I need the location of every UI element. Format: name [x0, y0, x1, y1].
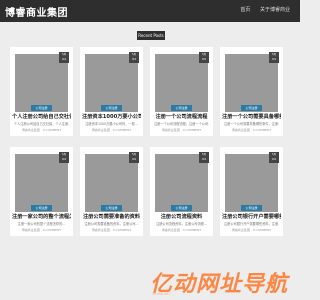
post-title[interactable]: 注册公司流程资料: [152, 213, 211, 220]
post-title[interactable]: 注册公司银行开户需要哪些资料: [222, 213, 281, 220]
post-card[interactable]: 5月 04 公司注册 注册公司流程资料 注册公司流程资料，注册公司流程... 博睿…: [150, 147, 213, 236]
post-title[interactable]: 注册一个公司流程流程: [152, 113, 211, 120]
date-badge: 5月 04: [129, 152, 139, 163]
date-badge: 5月 04: [129, 52, 139, 63]
date-badge: 5月 04: [59, 152, 69, 163]
post-meta: 博睿商业集团 · 0 COMMENT: [91, 228, 132, 232]
top-navbar: 博睿商业集团 首页 关于博睿商业: [0, 0, 300, 22]
post-excerpt: 注册公司需要准备的资料，注册公司...: [84, 222, 139, 226]
post-excerpt: 注册公司流程资料，注册公司流程...: [156, 222, 207, 226]
category-tag[interactable]: 公司注册: [171, 105, 192, 111]
post-excerpt: 注册资本1000万要小公司吗，一般...: [85, 122, 138, 126]
nav-item-about[interactable]: 关于博睿商业: [260, 7, 290, 13]
post-card[interactable]: 5月04 公司注册 注册资本1000万要小公司吗 注册资本1000万要小公司吗，…: [80, 47, 143, 136]
date-badge: 5月 04: [199, 152, 209, 163]
post-excerpt: 注册一个公司需要具备哪些条件，注册...: [224, 122, 279, 126]
post-card[interactable]: 5月 04 公司注册 注册一个公司流程流程 注册一个公司流程流程，注册一个公司..…: [150, 47, 213, 136]
section-title-recent-posts: Recent Posts: [137, 31, 165, 40]
post-meta: 博睿商业集团 · 0 COMMENT: [91, 128, 132, 132]
post-excerpt: 注册一个公司流程流程，注册一个公司...: [154, 122, 209, 126]
post-meta: 博睿商业集团 · 0 COMMENT: [21, 228, 62, 232]
post-title[interactable]: 个人注册公司给自己交社保: [12, 113, 71, 120]
watermark-text: 亿动网址导航: [150, 272, 289, 297]
post-card[interactable]: 5月 04 公司注册 注册公司需要准备的资料 注册公司需要准备的资料，注册公司..…: [80, 147, 143, 236]
post-meta: 博睿商业集团 · 0 COMMENT: [161, 128, 202, 132]
post-meta: 博睿商业集团 · 0 COMMENT: [21, 128, 62, 132]
watermark-overlay: 亿动网址导航 1DONG.NET: [150, 266, 300, 297]
post-title[interactable]: 注册一家公司的整个流程怎样的和花费的时间: [12, 213, 71, 220]
post-excerpt: 注册公司银行开户需要哪些资料，注册...: [224, 222, 279, 226]
date-badge: 5月 04: [199, 52, 209, 63]
category-tag[interactable]: 公司注册: [241, 205, 262, 211]
category-tag[interactable]: 公司注册: [171, 205, 192, 211]
category-tag[interactable]: 公司注册: [31, 105, 52, 111]
post-card[interactable]: 5月04 公司注册 注册一家公司的整个流程怎样的和花费的时间 注册一家公司的整个…: [10, 147, 73, 236]
site-logo[interactable]: 博睿商业集团: [5, 4, 68, 19]
post-card[interactable]: 5月 04 公司注册 个人注册公司给自己交社保 个人注册公司给自己交社保，个人注册…: [10, 47, 73, 136]
post-card[interactable]: 5月04 公司注册 注册一个公司需要具备哪些条件 注册一个公司需要具备哪些条件，…: [220, 47, 283, 136]
post-meta: 博睿商业集团 · 0 COMMENT: [231, 228, 272, 232]
watermark-subtext: 1DONG.NET: [152, 292, 171, 296]
date-badge: 5月 04: [269, 52, 279, 63]
date-badge: 5月 04: [59, 52, 69, 63]
post-meta: 博睿商业集团 · 0 COMMENT: [161, 228, 202, 232]
post-title[interactable]: 注册一个公司需要具备哪些条件: [222, 113, 281, 120]
category-tag[interactable]: 公司注册: [101, 105, 122, 111]
post-title[interactable]: 注册公司需要准备的资料: [82, 213, 141, 220]
post-card[interactable]: 5月04 公司注册 注册公司银行开户需要哪些资料 注册公司银行开户需要哪些资料，…: [220, 147, 283, 236]
post-title[interactable]: 注册资本1000万要小公司吗: [82, 113, 141, 120]
main-nav: 首页 关于博睿商业: [232, 6, 290, 13]
category-tag[interactable]: 公司注册: [241, 105, 262, 111]
post-meta: 博睿商业集团 · 0 COMMENT: [231, 128, 272, 132]
post-excerpt: 注册一家公司的整个流程怎样的...: [17, 222, 66, 226]
date-badge: 5月 04: [269, 152, 279, 163]
category-tag[interactable]: 公司注册: [31, 205, 52, 211]
category-tag[interactable]: 公司注册: [101, 205, 122, 211]
post-excerpt: 个人注册公司给自己交社保，个人注册...: [14, 122, 69, 126]
nav-item-home[interactable]: 首页: [240, 7, 250, 13]
